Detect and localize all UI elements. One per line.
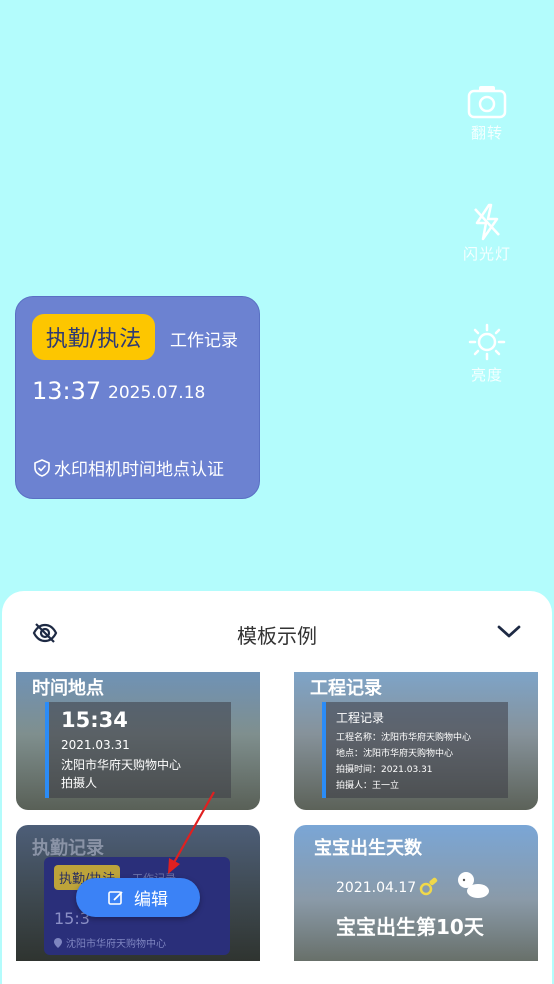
chevron-down-icon[interactable] [496,624,522,640]
template-title: 工程记录 [310,678,382,699]
place-text: 沈阳市华府天购物中心 [66,939,166,950]
arrow-annotation [168,791,215,874]
template-title: 时间地点 [32,678,104,699]
pacifier-icon [419,877,438,896]
edit-icon [108,890,123,905]
template-preview-box: 工程记录 工程名称：沈阳市华府天购物中心 地点：沈阳市华府天购物中心 拍摄时间：… [322,702,508,798]
flash-button[interactable]: 闪光灯 [452,203,522,264]
template-card-project[interactable]: 工程记录 工程记录 工程名称：沈阳市华府天购物中心 地点：沈阳市华府天购物中心 … [294,672,538,810]
preview-caption: 宝宝出生第10天 [336,915,484,939]
camera-flip-icon [467,86,507,119]
flash-off-icon [474,203,500,241]
watermark-date: 2025.07.18 [108,383,206,403]
template-title: 宝宝出生天数 [314,838,422,859]
edit-label: 编辑 [134,890,168,910]
brightness-button[interactable]: 亮度 [452,322,522,385]
flash-label: 闪光灯 [462,245,511,263]
flip-label: 翻转 [470,124,503,142]
preview-line: 地点：沈阳市华府天购物中心 [336,749,454,759]
edit-button[interactable]: 编辑 [76,878,200,917]
certification-text: 水印相机时间地点认证 [54,460,224,480]
preview-place: 沈阳市华府天购物中心 [54,935,166,950]
watermark-subtitle: 工作记录 [170,331,238,351]
preview-line: 工程名称：沈阳市华府天购物中心 [336,733,472,743]
watermark-certification: 水印相机时间地点认证 [34,455,224,480]
shield-icon [34,458,50,477]
preview-place: 沈阳市华府天购物中心 [61,758,182,772]
watermark-tag: 执勤/执法 [32,314,155,360]
location-pin-icon [54,937,62,948]
watermark-time: 13:37 [32,377,102,405]
preview-line: 拍摄时间：2021.03.31 [336,765,433,775]
brightness-icon [468,323,506,361]
sheet-title: 模板示例 [237,624,317,648]
preview-date: 2021.04.17 [336,880,417,896]
baby-icon [458,872,489,898]
flip-camera-button[interactable]: 翻转 [452,84,522,143]
preview-line: 拍摄人：王一立 [336,781,400,791]
preview-photographer: 拍摄人 [61,776,98,790]
preview-time: 15:34 [61,708,128,732]
preview-date: 2021.03.31 [61,738,130,752]
template-card-baby[interactable]: 宝宝出生天数 2021.04.17 宝宝出生第10天 [294,825,538,961]
template-card-time-place[interactable]: 时间地点 15:34 2021.03.31 沈阳市华府天购物中心 拍摄人 [16,672,260,810]
template-preview-box: 15:34 2021.03.31 沈阳市华府天购物中心 拍摄人 [45,702,231,798]
preview-heading: 工程记录 [336,711,385,725]
brightness-label: 亮度 [470,366,503,384]
watermark-preview[interactable]: 执勤/执法 工作记录 13:37 2025.07.18 水印相机时间地点认证 [15,296,260,499]
